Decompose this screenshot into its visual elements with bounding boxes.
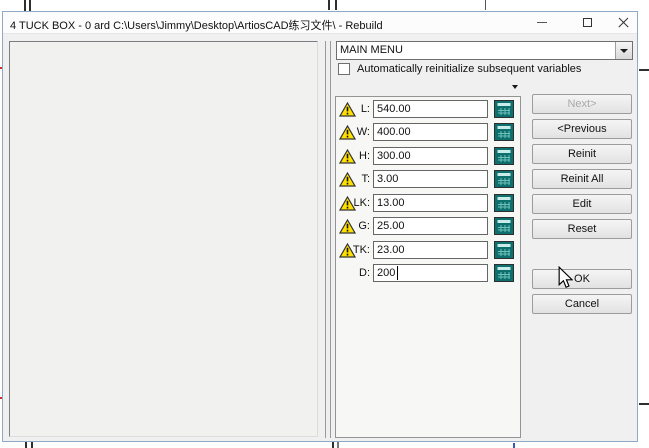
preview-panel	[9, 41, 318, 437]
variable-row-H: H:	[336, 147, 520, 167]
mouse-cursor-icon	[558, 266, 573, 288]
variables-panel: L: W: H: T:	[335, 96, 521, 438]
variable-label: G:	[344, 220, 370, 232]
next-button: Next>	[532, 94, 632, 114]
variable-input-L[interactable]	[373, 100, 488, 118]
variable-input-W[interactable]	[373, 123, 488, 141]
canvas-line	[25, 442, 27, 448]
calculator-button[interactable]	[494, 123, 514, 141]
chevron-down-icon	[512, 85, 518, 89]
edit-button[interactable]: Edit	[532, 194, 632, 214]
reset-button[interactable]: Reset	[532, 219, 632, 239]
reinit-all-button[interactable]: Reinit All	[532, 169, 632, 189]
variable-label: LK:	[344, 197, 370, 209]
window-title: 4 TUCK BOX - 0 ard C:\Users\Jimmy\Deskto…	[10, 17, 383, 33]
canvas-line	[639, 69, 649, 71]
minimize-icon	[537, 22, 547, 23]
variable-row-D: D:	[336, 264, 520, 284]
cancel-button[interactable]: Cancel	[532, 294, 632, 314]
variable-row-W: W:	[336, 123, 520, 143]
menu-dropdown[interactable]: MAIN MENU	[336, 41, 633, 60]
previous-button[interactable]: <Previous	[532, 119, 632, 139]
variable-label: TK:	[344, 244, 370, 256]
variable-label: H:	[344, 150, 370, 162]
calculator-button[interactable]	[494, 100, 514, 118]
calculator-button[interactable]	[494, 194, 514, 212]
ok-button[interactable]: OK	[532, 269, 632, 289]
calculator-button[interactable]	[494, 217, 514, 235]
variable-input-LK[interactable]	[373, 194, 488, 212]
close-icon	[618, 17, 629, 28]
reinit-button[interactable]: Reinit	[532, 144, 632, 164]
canvas-line	[29, 0, 31, 11]
auto-reinit-option: Automatically reinitialize subsequent va…	[338, 62, 581, 76]
variable-input-T[interactable]	[373, 170, 488, 188]
canvas-line	[332, 442, 334, 448]
variable-label: W:	[344, 126, 370, 138]
variable-input-D[interactable]	[373, 264, 488, 282]
chevron-down-icon	[620, 49, 628, 53]
canvas-line	[337, 442, 339, 448]
canvas-line	[639, 403, 649, 405]
variable-label: T:	[344, 173, 370, 185]
scroll-down-arrow[interactable]	[512, 85, 518, 89]
titlebar[interactable]: 4 TUCK BOX - 0 ard C:\Users\Jimmy\Deskto…	[3, 12, 637, 34]
close-button[interactable]	[609, 12, 637, 33]
canvas-line	[485, 0, 486, 10]
calculator-button[interactable]	[494, 147, 514, 165]
canvas-line	[24, 0, 26, 11]
canvas-line	[31, 442, 33, 448]
auto-reinit-label: Automatically reinitialize subsequent va…	[357, 63, 581, 75]
text-caret	[397, 266, 398, 280]
maximize-button[interactable]	[572, 12, 602, 33]
menu-dropdown-value: MAIN MENU	[337, 42, 615, 59]
canvas-line-blue	[513, 443, 515, 448]
variable-input-TK[interactable]	[373, 241, 488, 259]
maximize-icon	[583, 18, 592, 27]
variable-row-L: L:	[336, 100, 520, 120]
calculator-button[interactable]	[494, 241, 514, 259]
variable-input-H[interactable]	[373, 147, 488, 165]
panel-splitter[interactable]	[325, 41, 331, 438]
canvas-line	[328, 0, 330, 10]
variable-input-G[interactable]	[373, 217, 488, 235]
variable-row-TK: TK:	[336, 241, 520, 261]
variable-label: L:	[344, 103, 370, 115]
cad-canvas-background: 4 TUCK BOX - 0 ard C:\Users\Jimmy\Deskto…	[0, 0, 649, 448]
variable-row-T: T:	[336, 170, 520, 190]
minimize-button[interactable]	[527, 12, 557, 33]
dropdown-button[interactable]	[615, 42, 632, 59]
rebuild-dialog: 4 TUCK BOX - 0 ard C:\Users\Jimmy\Deskto…	[2, 11, 638, 442]
calculator-button[interactable]	[494, 170, 514, 188]
calculator-button[interactable]	[494, 264, 514, 282]
auto-reinit-checkbox[interactable]	[338, 63, 350, 75]
variable-row-G: G:	[336, 217, 520, 237]
canvas-line	[335, 0, 337, 10]
variable-row-LK: LK:	[336, 194, 520, 214]
variable-label: D:	[344, 267, 370, 279]
